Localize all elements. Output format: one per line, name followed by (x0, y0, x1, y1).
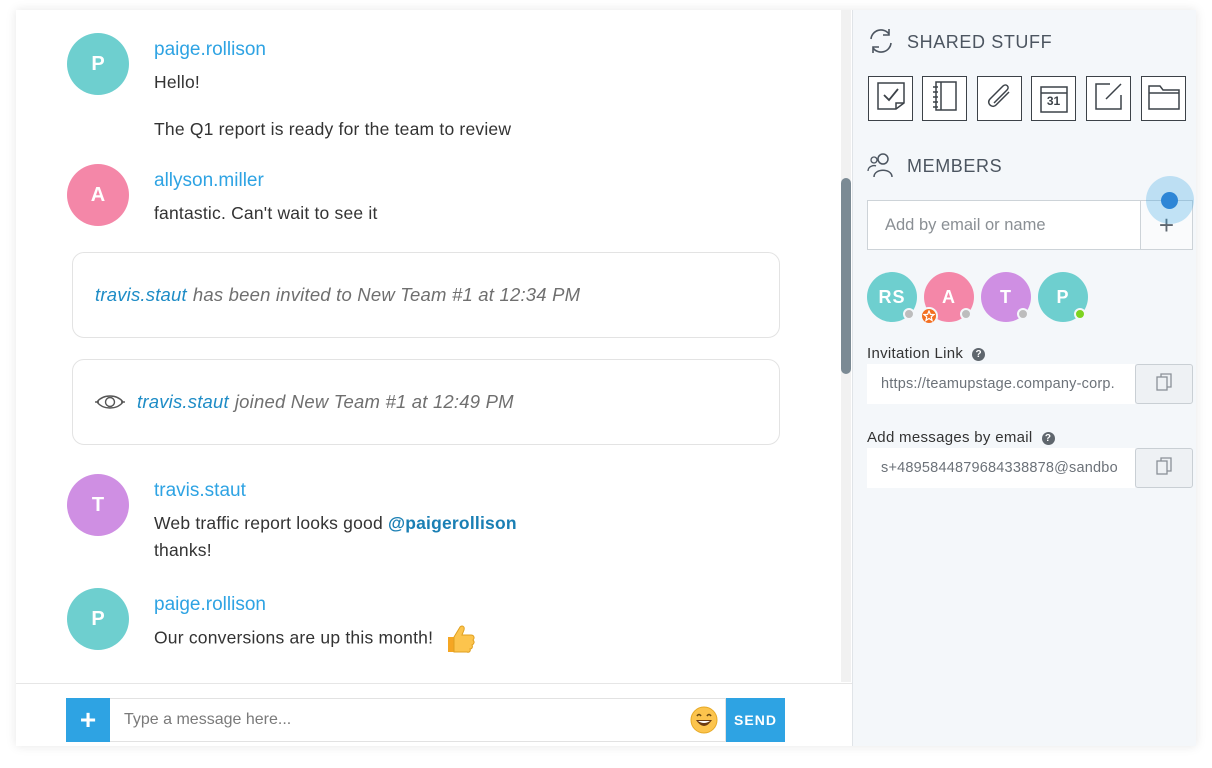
message-text: fantastic. Can't wait to see it (154, 203, 378, 223)
avatar[interactable]: T (67, 474, 129, 536)
shared-stuff-title: SHARED STUFF (907, 32, 1053, 52)
attachment-icon (983, 79, 1017, 118)
email-messages-label-text: Add messages by email (867, 429, 1033, 446)
notice-user[interactable]: travis.staut (95, 284, 187, 306)
copy-icon (1154, 372, 1174, 397)
thumbs-up-icon (444, 624, 476, 654)
message-text: The Q1 report is ready for the team to r… (154, 119, 512, 139)
emoji-icon[interactable] (690, 706, 718, 734)
cursor-pointer (1161, 192, 1178, 209)
notice-text: has been invited to New Team #1 at 12:34… (192, 284, 581, 305)
email-address-field[interactable]: s+4895844879684338878@sandbo (867, 448, 1135, 488)
invitation-link-label-text: Invitation Link (867, 345, 964, 362)
message-input[interactable] (110, 698, 726, 742)
message-author[interactable]: paige.rollison (154, 39, 266, 61)
add-attachment-button[interactable]: + (66, 698, 110, 742)
message-text: thanks! (154, 540, 212, 560)
copy-email-button[interactable] (1135, 448, 1193, 488)
chat-pane: P paige.rollison Hello! The Q1 report is… (16, 10, 852, 746)
help-icon[interactable]: ? (1041, 432, 1055, 445)
notice-user[interactable]: travis.staut (137, 391, 229, 413)
add-member-input[interactable] (867, 200, 1141, 250)
message-text: Web traffic report looks good @paigeroll… (154, 513, 517, 534)
notebook-icon (928, 79, 962, 118)
tasks-icon (874, 79, 908, 118)
help-icon[interactable]: ? (972, 348, 986, 361)
email-messages-label: Add messages by email? (867, 429, 1055, 446)
presence-indicator (903, 308, 915, 320)
message-text: Our conversions are up this month! (154, 624, 476, 654)
avatar[interactable]: P (67, 33, 129, 95)
message-text-part: Our conversions are up this month! (154, 627, 434, 648)
message-author[interactable]: travis.staut (154, 480, 246, 502)
notice-text: joined New Team #1 at 12:49 PM (234, 391, 514, 412)
invitation-link-field[interactable]: https://teamupstage.company-corp. (867, 364, 1135, 404)
notes-tile[interactable] (1086, 76, 1131, 121)
message-text: Hello! (154, 72, 200, 92)
members-icon (867, 150, 895, 178)
presence-indicator (1074, 308, 1086, 320)
notebook-tile[interactable] (922, 76, 967, 121)
copy-icon (1154, 456, 1174, 481)
message-list[interactable]: P paige.rollison Hello! The Q1 report is… (16, 10, 838, 682)
note-icon (1092, 79, 1126, 118)
side-panel: SHARED STUFF 31 MEMBERS Add by email or … (852, 10, 1196, 746)
folder-icon (1146, 79, 1182, 118)
presence-indicator (960, 308, 972, 320)
members-title: MEMBERS (907, 156, 1003, 176)
send-button[interactable]: SEND (726, 698, 785, 742)
copy-invitation-button[interactable] (1135, 364, 1193, 404)
attachments-tile[interactable] (977, 76, 1022, 121)
calendar-icon: 31 (1037, 82, 1071, 116)
message-author[interactable]: allyson.miller (154, 170, 264, 192)
app-window: P paige.rollison Hello! The Q1 report is… (16, 10, 1196, 746)
eye-icon (95, 391, 125, 413)
owner-star-icon (920, 307, 938, 325)
system-notice: travis.staut has been invited to New Tea… (72, 252, 780, 338)
calendar-tile[interactable]: 31 (1031, 76, 1076, 121)
invitation-link-label: Invitation Link? (867, 345, 986, 362)
refresh-icon[interactable] (867, 27, 895, 55)
tasks-tile[interactable] (868, 76, 913, 121)
scrollbar-thumb[interactable] (841, 178, 851, 374)
avatar[interactable]: P (67, 588, 129, 650)
files-tile[interactable] (1141, 76, 1186, 121)
calendar-day: 31 (1046, 93, 1061, 108)
user-mention[interactable]: @paigerollison (388, 513, 517, 533)
presence-indicator (1017, 308, 1029, 320)
message-composer: + SEND (16, 683, 852, 746)
avatar[interactable]: A (67, 164, 129, 226)
system-notice: travis.staut joined New Team #1 at 12:49… (72, 359, 780, 445)
message-text-part: Web traffic report looks good (154, 513, 383, 533)
message-author[interactable]: paige.rollison (154, 594, 266, 616)
